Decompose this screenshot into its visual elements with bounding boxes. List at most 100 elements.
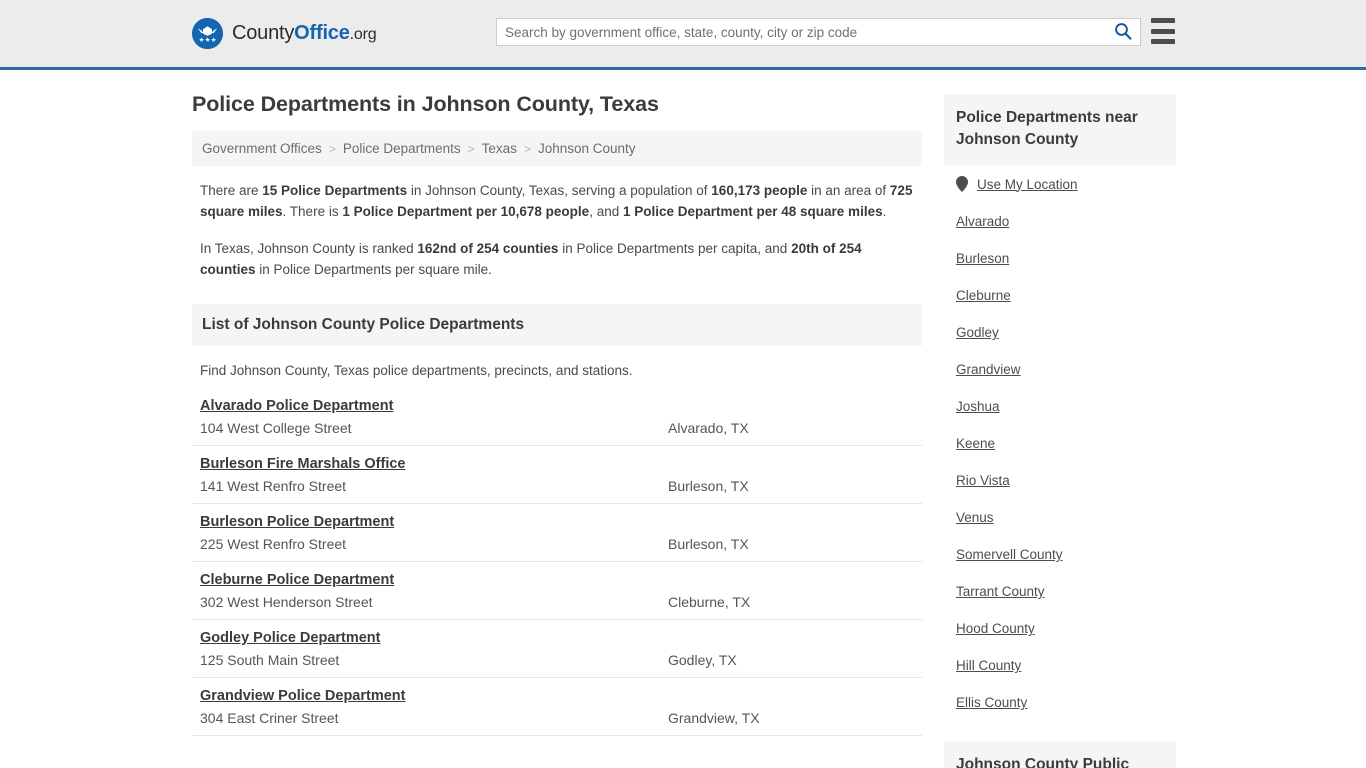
sidebar-item-hood-county[interactable]: Hood County — [956, 610, 1164, 647]
search-input[interactable] — [497, 19, 1106, 45]
list-section-subtext: Find Johnson County, Texas police depart… — [200, 363, 633, 378]
sidebar-link-label[interactable]: Tarrant County — [956, 584, 1045, 599]
sidebar-item-burleson[interactable]: Burleson — [956, 240, 1164, 277]
police-department-name-link[interactable]: Burleson Fire Marshals Office — [200, 456, 405, 472]
breadcrumb: Government Offices > Police Departments > Te… — [192, 131, 922, 166]
search-button[interactable] — [1106, 19, 1140, 45]
police-department-row: Alvarado Police Department 104 West Colle… — [192, 391, 922, 446]
intro-text: , and — [589, 204, 623, 219]
police-department-address: 141 West Renfro Street — [200, 478, 347, 494]
sidebar-link-label[interactable]: Venus — [956, 510, 994, 525]
breadcrumb-item[interactable]: Johnson County — [538, 141, 636, 156]
page-title: Police Departments in Johnson County, Te… — [192, 92, 659, 116]
police-department-name-link[interactable]: Grandview Police Department — [200, 688, 405, 704]
eagle-stars-logo-icon — [192, 18, 223, 49]
hamburger-menu-icon-bar — [1151, 28, 1175, 34]
police-department-name-link[interactable]: Cleburne Police Department — [200, 572, 394, 588]
police-department-city: Godley, TX — [668, 652, 737, 668]
police-department-city: Burleson, TX — [668, 478, 749, 494]
sidebar-link-label[interactable]: Burleson — [956, 251, 1009, 266]
sidebar-item-somervell-county[interactable]: Somervell County — [956, 536, 1164, 573]
intro-paragraph-1: There are 15 Police Departments in Johns… — [192, 180, 922, 222]
breadcrumb-separator: > — [328, 141, 336, 156]
sidebar-item-cleburne[interactable]: Cleburne — [956, 277, 1164, 314]
police-department-row: Burleson Fire Marshals Office 141 West Re… — [192, 446, 922, 504]
sidebar-item-venus[interactable]: Venus — [956, 499, 1164, 536]
police-department-city: Alvarado, TX — [668, 420, 749, 436]
sidebar-link-label[interactable]: Cleburne — [956, 288, 1011, 303]
sidebar-item-tarrant-county[interactable]: Tarrant County — [956, 573, 1164, 610]
sidebar-link-label[interactable]: Ellis County — [956, 695, 1027, 710]
sidebar-item-rio-vista[interactable]: Rio Vista — [956, 462, 1164, 499]
police-department-address: 304 East Criner Street — [200, 710, 339, 726]
police-department-detail-line: 304 East Criner Street Grandview, TX — [200, 710, 914, 726]
police-department-row: Grandview Police Department 304 East Crin… — [192, 678, 922, 736]
search-icon — [1114, 22, 1132, 43]
sidebar-item-keene[interactable]: Keene — [956, 425, 1164, 462]
breadcrumb-separator: > — [467, 141, 475, 156]
police-department-detail-line: 302 West Henderson Street Cleburne, TX — [200, 594, 914, 610]
sidebar-link-label[interactable]: Joshua — [956, 399, 1000, 414]
police-department-city: Cleburne, TX — [668, 594, 751, 610]
sidebar-link-label[interactable]: Grandview — [956, 362, 1021, 377]
police-department-row: Cleburne Police Department 302 West Hende… — [192, 562, 922, 620]
sidebar-heading: Police Departments near Johnson County — [944, 94, 1176, 165]
intro-text: . There is — [282, 204, 343, 219]
sidebar: Police Departments near Johnson County U… — [944, 70, 1176, 768]
police-department-name-link[interactable]: Godley Police Department — [200, 630, 381, 646]
intro-highlight: 160,173 people — [711, 183, 808, 198]
police-department-detail-line: 104 West College Street Alvarado, TX — [200, 420, 914, 436]
police-department-address: 104 West College Street — [200, 420, 352, 436]
sidebar-item-grandview[interactable]: Grandview — [956, 351, 1164, 388]
sidebar-link-label[interactable]: Hill County — [956, 658, 1021, 673]
hamburger-menu-icon-bar — [1151, 18, 1175, 23]
intro-text: in an area of — [807, 183, 890, 198]
police-department-name-link[interactable]: Alvarado Police Department — [200, 398, 393, 414]
intro-text: in Johnson County, Texas, serving a popu… — [407, 183, 712, 198]
police-department-detail-line: 125 South Main Street Godley, TX — [200, 652, 914, 668]
intro-text: in Police Departments per capita, and — [558, 241, 792, 256]
police-department-detail-line: 225 West Renfro Street Burleson, TX — [200, 536, 914, 552]
sidebar-item-joshua[interactable]: Joshua — [956, 388, 1164, 425]
sidebar-link-label[interactable]: Keene — [956, 436, 995, 451]
sidebar-second-heading: Johnson County Public — [944, 741, 1176, 768]
intro-text: . — [882, 204, 887, 219]
site-logo-link[interactable]: CountyOffice.org — [192, 18, 377, 49]
breadcrumb-item[interactable]: Police Departments — [343, 141, 461, 156]
sidebar-item-alvarado[interactable]: Alvarado — [956, 203, 1164, 240]
police-department-list: Alvarado Police Department 104 West Colle… — [192, 391, 922, 736]
intro-highlight: 1 Police Department per 48 square miles — [622, 204, 883, 219]
police-department-address: 302 West Henderson Street — [200, 594, 373, 610]
list-section-heading: List of Johnson County Police Department… — [192, 304, 922, 346]
sidebar-link-label[interactable]: Godley — [956, 325, 999, 340]
sidebar-item-use-my-location[interactable]: Use My Location — [956, 165, 1164, 203]
sidebar-link-label[interactable]: Hood County — [956, 621, 1035, 636]
hamburger-menu-icon-bar — [1151, 39, 1175, 44]
police-department-row: Godley Police Department 125 South Main S… — [192, 620, 922, 678]
sidebar-links: Use My Location Alvarado Burleson Cleburne… — [944, 165, 1176, 721]
police-department-name-link[interactable]: Burleson Police Department — [200, 514, 394, 530]
map-pin-icon — [956, 176, 968, 192]
intro-text: in Police Departments per square mile. — [255, 262, 492, 277]
intro-text: There are — [200, 183, 263, 198]
breadcrumb-separator: > — [523, 141, 531, 156]
breadcrumb-item[interactable]: Government Offices — [202, 141, 322, 156]
use-my-location-link[interactable]: Use My Location — [977, 177, 1078, 192]
brand-part-office: Office — [294, 22, 350, 44]
brand-wordmark: CountyOffice.org — [232, 22, 377, 45]
intro-highlight: 162nd of 254 counties — [417, 241, 559, 256]
sidebar-item-godley[interactable]: Godley — [956, 314, 1164, 351]
intro-paragraph-2: In Texas, Johnson County is ranked 162nd… — [192, 238, 922, 280]
sidebar-link-label[interactable]: Rio Vista — [956, 473, 1010, 488]
police-department-address: 225 West Renfro Street — [200, 536, 347, 552]
breadcrumb-item[interactable]: Texas — [482, 141, 517, 156]
sidebar-link-label[interactable]: Somervell County — [956, 547, 1063, 562]
sidebar-item-ellis-county[interactable]: Ellis County — [956, 684, 1164, 721]
sidebar-link-label[interactable]: Alvarado — [956, 214, 1009, 229]
hamburger-menu-button[interactable] — [1151, 18, 1175, 44]
search-bar — [496, 18, 1141, 46]
sidebar-item-hill-county[interactable]: Hill County — [956, 647, 1164, 684]
police-department-detail-line: 141 West Renfro Street Burleson, TX — [200, 478, 914, 494]
site-header: CountyOffice.org — [0, 0, 1366, 70]
police-department-city: Burleson, TX — [668, 536, 749, 552]
